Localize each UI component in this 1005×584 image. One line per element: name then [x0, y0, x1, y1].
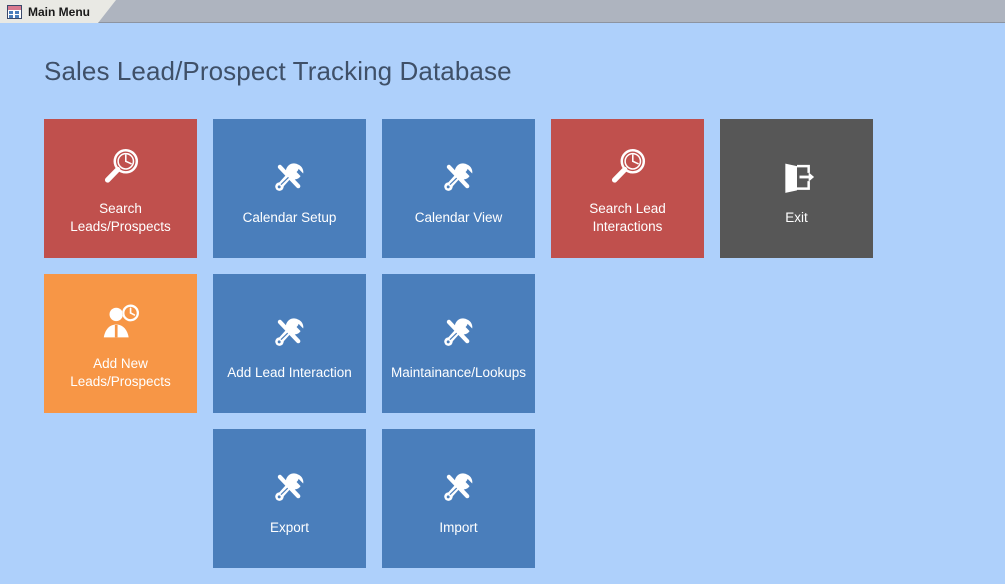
- document-tab-label: Main Menu: [28, 4, 90, 19]
- tile-add-lead-interaction[interactable]: Add Lead Interaction: [213, 274, 366, 413]
- tile-calendar-view[interactable]: Calendar View: [382, 119, 535, 258]
- person-clock-icon: [93, 297, 149, 349]
- tile-label: Calendar Setup: [242, 209, 337, 225]
- tile-empty-slot: [720, 274, 873, 413]
- menu-tile-grid: Search Leads/Prospects Calendar Setup Ca…: [44, 119, 964, 584]
- tile-row: Add New Leads/Prospects Add Lead Interac…: [44, 274, 964, 413]
- page-title: Sales Lead/Prospect Tracking Database: [44, 56, 512, 86]
- tile-empty-slot: [44, 429, 197, 568]
- tile-label: Exit: [785, 209, 808, 225]
- screwdriver-wrench-icon: [431, 151, 487, 203]
- magnifier-clock-icon: [600, 142, 656, 194]
- tile-export[interactable]: Export: [213, 429, 366, 568]
- tile-row: Search Leads/Prospects Calendar Setup Ca…: [44, 119, 964, 258]
- tile-search-leads-prospects[interactable]: Search Leads/Prospects: [44, 119, 197, 258]
- tile-row: Export Import: [44, 429, 964, 568]
- tile-label: Add Lead Interaction: [227, 364, 352, 380]
- tile-label: Maintainance/Lookups: [390, 364, 527, 380]
- tile-empty-slot: [720, 429, 873, 568]
- tile-empty-slot: [551, 274, 704, 413]
- exit-door-icon: [769, 151, 825, 203]
- tile-calendar-setup[interactable]: Calendar Setup: [213, 119, 366, 258]
- document-tab-strip: Main Menu: [0, 0, 1005, 23]
- screwdriver-wrench-icon: [262, 306, 318, 358]
- tile-exit[interactable]: Exit: [720, 119, 873, 258]
- tile-search-lead-interactions[interactable]: Search Lead Interactions: [551, 119, 704, 258]
- tile-label: Export: [269, 519, 310, 535]
- document-tab-main-menu[interactable]: Main Menu: [0, 0, 116, 23]
- tile-label: Search Lead Interactions: [589, 200, 666, 234]
- screwdriver-wrench-icon: [431, 461, 487, 513]
- magnifier-clock-icon: [93, 142, 149, 194]
- tile-label: Import: [439, 519, 478, 535]
- main-menu-form: Sales Lead/Prospect Tracking Database Se…: [0, 23, 1005, 575]
- access-form-icon: [7, 5, 22, 19]
- tile-label: Search Leads/Prospects: [70, 200, 171, 234]
- screwdriver-wrench-icon: [262, 461, 318, 513]
- tile-add-new-leads-prospects[interactable]: Add New Leads/Prospects: [44, 274, 197, 413]
- tile-import[interactable]: Import: [382, 429, 535, 568]
- tile-empty-slot: [551, 429, 704, 568]
- screwdriver-wrench-icon: [431, 306, 487, 358]
- screwdriver-wrench-icon: [262, 151, 318, 203]
- tile-label: Calendar View: [414, 209, 503, 225]
- tile-maintainance-lookups[interactable]: Maintainance/Lookups: [382, 274, 535, 413]
- tile-label: Add New Leads/Prospects: [70, 355, 171, 389]
